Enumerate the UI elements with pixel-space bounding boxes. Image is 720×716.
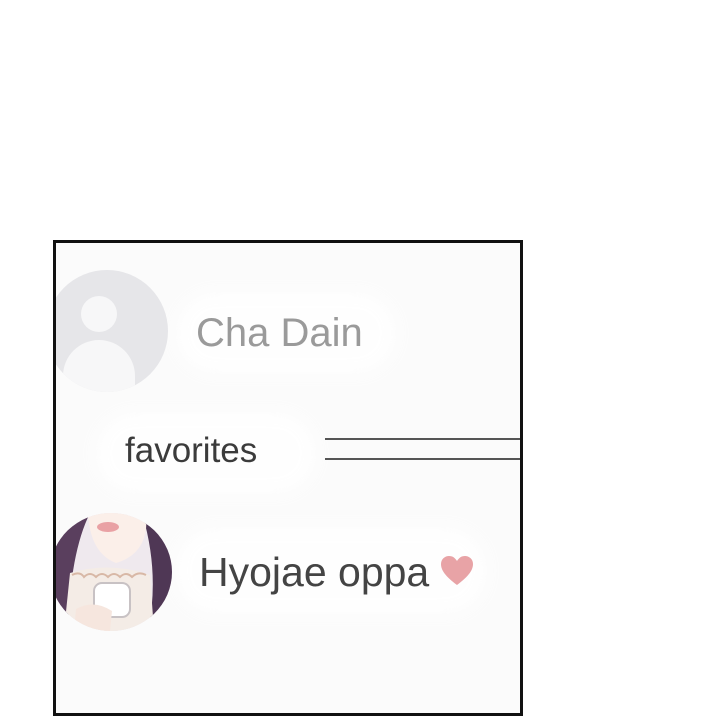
avatar-illustration	[56, 513, 172, 631]
default-user-icon	[56, 270, 168, 392]
contact-list-panel: Cha Dain favorites Hyojae oppa	[53, 240, 523, 716]
divider-line	[325, 458, 520, 460]
section-label: favorites	[125, 431, 258, 470]
avatar	[56, 513, 172, 631]
heart-icon	[441, 556, 473, 585]
divider-line	[325, 438, 520, 440]
contact-name: Hyojae oppa	[199, 549, 430, 595]
contact-name: Cha Dain	[196, 311, 363, 355]
